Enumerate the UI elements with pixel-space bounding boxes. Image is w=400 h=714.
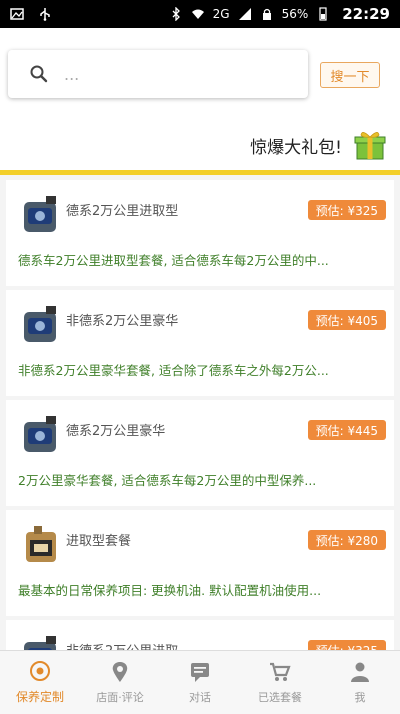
- oil-bottle-icon: [26, 526, 56, 562]
- package-name: 德系2万公里进取型: [66, 204, 179, 219]
- image-notification-icon: [10, 8, 24, 20]
- network-type: 2G: [212, 7, 230, 21]
- oil-can-icon: [24, 306, 56, 342]
- oil-can-icon: [24, 636, 56, 650]
- nav-item-chat[interactable]: 对话: [160, 651, 240, 714]
- usb-icon: [40, 8, 50, 21]
- nav-item-me[interactable]: 我: [320, 651, 400, 714]
- price-badge: 预估: ¥325: [307, 200, 386, 220]
- package-card[interactable]: 德系2万公里进取型 预估: ¥325 德系车2万公里进取型套餐, 适合德系车每2…: [6, 180, 394, 286]
- package-description: 非德系2万公里豪华套餐, 适合除了德系车之外每2万公...: [18, 363, 329, 378]
- package-list[interactable]: 德系2万公里进取型 预估: ¥325 德系车2万公里进取型套餐, 适合德系车每2…: [6, 180, 394, 650]
- nav-label: 保养定制: [15, 690, 64, 704]
- promo-banner[interactable]: 惊爆大礼包!: [0, 120, 400, 170]
- nav-item-stores[interactable]: 店面·评论: [80, 651, 160, 714]
- gift-icon: [354, 132, 386, 160]
- search-box[interactable]: [8, 50, 308, 98]
- clock: 22:29: [342, 5, 390, 23]
- signal-icon: [238, 8, 251, 20]
- search-icon: [30, 65, 48, 83]
- price-badge: 预估: ¥405: [307, 310, 386, 330]
- nav-label: 我: [354, 690, 366, 704]
- nav-label: 店面·评论: [96, 690, 144, 704]
- bottom-nav: 保养定制 店面·评论 对话 已选套餐 我: [0, 650, 400, 714]
- package-name: 德系2万公里豪华: [66, 424, 166, 439]
- package-description: 德系车2万公里进取型套餐, 适合德系车每2万公里的中...: [18, 253, 329, 268]
- nav-item-cart[interactable]: 已选套餐: [240, 651, 320, 714]
- package-card[interactable]: 德系2万公里豪华 预估: ¥445 2万公里豪华套餐, 适合德系车每2万公里的中…: [6, 400, 394, 506]
- nav-label: 已选套餐: [258, 690, 302, 704]
- target-icon: [30, 661, 50, 681]
- package-name: 非德系2万公里进取: [66, 640, 178, 650]
- package-card[interactable]: 非德系2万公里豪华 预估: ¥405 非德系2万公里豪华套餐, 适合除了德系车之…: [6, 290, 394, 396]
- package-name: 进取型套餐: [66, 534, 132, 549]
- search-button[interactable]: 搜一下: [320, 62, 380, 88]
- battery-icon: [319, 7, 327, 21]
- location-pin-icon: [112, 661, 128, 682]
- promo-divider: [0, 170, 400, 175]
- price-badge: 预估: ¥280: [307, 530, 386, 550]
- price-badge: 预估: ¥445: [307, 420, 386, 440]
- package-name: 非德系2万公里豪华: [66, 314, 179, 329]
- package-description: 最基本的日常保养项目: 更换机油. 默认配置机油使用...: [18, 583, 322, 598]
- status-bar: 2G 56% 22:29: [0, 0, 400, 28]
- lock-icon: [262, 8, 271, 20]
- package-card[interactable]: 非德系2万公里进取 预估: ¥325: [6, 620, 394, 650]
- search-input[interactable]: [64, 64, 264, 84]
- oil-can-icon: [24, 416, 56, 452]
- wifi-icon: [191, 9, 204, 19]
- bluetooth-icon: [172, 7, 180, 21]
- nav-label: 对话: [189, 690, 211, 704]
- cart-icon: [270, 662, 291, 681]
- price-badge: 预估: ¥325: [307, 640, 386, 650]
- nav-item-maintenance[interactable]: 保养定制: [0, 651, 80, 714]
- person-icon: [351, 662, 369, 682]
- search-area: 搜一下: [0, 28, 400, 120]
- battery-percent: 56%: [281, 7, 309, 21]
- package-card[interactable]: 进取型套餐 预估: ¥280 最基本的日常保养项目: 更换机油. 默认配置机油使…: [6, 510, 394, 616]
- package-description: 2万公里豪华套餐, 适合德系车每2万公里的中型保养...: [18, 473, 317, 488]
- promo-text: 惊爆大礼包!: [250, 137, 342, 158]
- chat-icon: [191, 662, 209, 682]
- oil-can-icon: [24, 196, 56, 232]
